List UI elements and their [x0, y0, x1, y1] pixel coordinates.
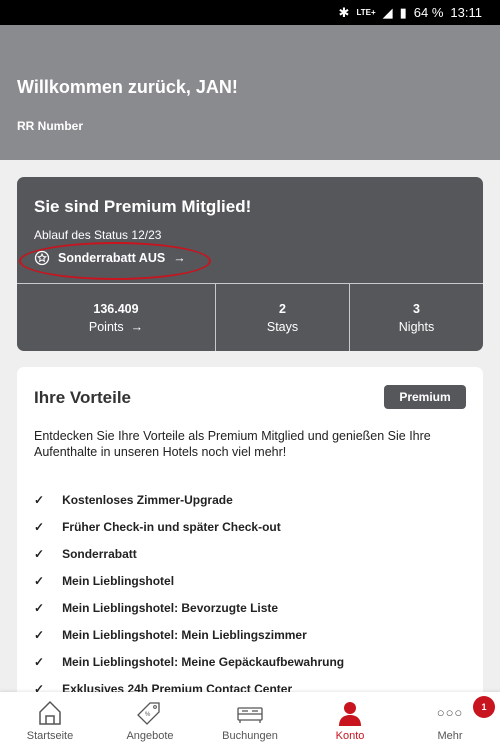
stays-label: Stays: [266, 319, 299, 334]
discount-label: Sonderrabatt AUS: [58, 251, 166, 265]
user-icon: [339, 702, 361, 726]
stat-nights: 3 Nights: [350, 284, 483, 351]
benefits-card: Ihre Vorteile Premium Entdecken Sie Ihre…: [17, 367, 483, 707]
status-expiry: Ablauf des Status 12/23: [34, 228, 162, 242]
arrow-right-icon: →: [173, 251, 186, 265]
benefit-label: Kostenloses Zimmer-Upgrade: [62, 492, 233, 507]
nav-label: Startseite: [26, 730, 74, 742]
check-icon: ✓: [34, 519, 45, 534]
status-bar: ✱ LTE+ ◢ ▮ 64 % 13:11: [0, 0, 500, 25]
list-item: ✓ Früher Check-in und später Check-out: [34, 513, 344, 540]
list-item: ✓ Mein Lieblingshotel: [34, 567, 344, 594]
check-icon: ✓: [34, 627, 45, 642]
benefits-list: ✓ Kostenloses Zimmer-Upgrade ✓ Früher Chec…: [34, 486, 344, 702]
bed-icon: [237, 707, 263, 723]
list-item: ✓ Sonderrabatt: [34, 540, 344, 567]
account-header: Willkommen zurück, JAN! RR Number: [0, 25, 500, 160]
discount-link[interactable]: Sonderrabatt AUS →: [34, 250, 186, 266]
nav-label: Konto: [335, 730, 365, 742]
battery-icon: ▮: [399, 4, 407, 20]
list-item: ✓ Mein Lieblingshotel: Mein Lieblingszimm…: [34, 621, 344, 648]
star-badge-icon: [34, 250, 50, 266]
svg-text:%: %: [145, 712, 151, 718]
network-type: LTE+: [356, 8, 376, 17]
check-icon: ✓: [34, 600, 45, 615]
benefits-intro: Entdecken Sie Ihre Vorteile als Premium …: [34, 429, 431, 459]
rr-number-label: RR Number: [17, 119, 84, 133]
membership-title: Sie sind Premium Mitglied!: [34, 197, 252, 216]
nav-startseite[interactable]: Startseite: [0, 692, 100, 750]
check-icon: ✓: [34, 492, 45, 507]
more-icon: ○○○: [436, 705, 464, 720]
benefit-label: Mein Lieblingshotel: [62, 573, 175, 588]
tag-icon: %: [137, 702, 160, 725]
battery-level: 64 %: [413, 5, 444, 20]
points-value: 136.409: [93, 301, 139, 316]
notification-badge: 1: [473, 696, 495, 718]
stat-points[interactable]: 136.409 Points →: [17, 284, 216, 351]
bluetooth-icon: ✱: [338, 4, 350, 20]
check-icon: ✓: [34, 546, 45, 561]
arrow-right-icon: →: [127, 319, 144, 334]
benefit-label: Mein Lieblingshotel: Bevorzugte Liste: [62, 600, 279, 615]
welcome-title: Willkommen zurück, JAN!: [17, 77, 238, 97]
benefit-label: Mein Lieblingshotel: Meine Gepäckaufbewa…: [62, 654, 345, 669]
nav-konto[interactable]: Konto: [300, 692, 400, 750]
premium-badge-button[interactable]: Premium: [384, 385, 466, 409]
home-icon: [39, 700, 61, 725]
stat-stays: 2 Stays: [216, 284, 350, 351]
check-icon: ✓: [34, 573, 45, 588]
nav-label: Buchungen: [222, 730, 278, 742]
nights-label: Nights: [398, 319, 435, 334]
list-item: ✓ Kostenloses Zimmer-Upgrade: [34, 486, 344, 513]
benefits-title: Ihre Vorteile: [34, 388, 131, 407]
stays-value: 2: [279, 301, 286, 316]
nights-value: 3: [413, 301, 420, 316]
nav-label: Angebote: [126, 730, 174, 742]
list-item: ✓ Mein Lieblingshotel: Bevorzugte Liste: [34, 594, 344, 621]
nav-label: Mehr: [437, 730, 463, 742]
nav-mehr[interactable]: ○○○ Mehr 1: [400, 692, 500, 750]
benefit-label: Mein Lieblingshotel: Mein Lieblingszimme…: [62, 627, 307, 642]
nav-buchungen[interactable]: Buchungen: [200, 692, 300, 750]
bottom-nav: Startseite % Angebote Buchungen Konto ○○…: [0, 692, 500, 750]
check-icon: ✓: [34, 654, 45, 669]
signal-icon: ◢: [382, 4, 393, 20]
benefit-label: Früher Check-in und später Check-out: [62, 519, 281, 534]
list-item: ✓ Mein Lieblingshotel: Meine Gepäckaufbew…: [34, 648, 344, 675]
clock: 13:11: [450, 5, 482, 20]
nav-angebote[interactable]: % Angebote: [100, 692, 200, 750]
membership-status-card: Sie sind Premium Mitglied! Ablauf des St…: [17, 177, 483, 351]
points-label: Points: [88, 319, 124, 334]
benefit-label: Sonderrabatt: [62, 546, 137, 561]
